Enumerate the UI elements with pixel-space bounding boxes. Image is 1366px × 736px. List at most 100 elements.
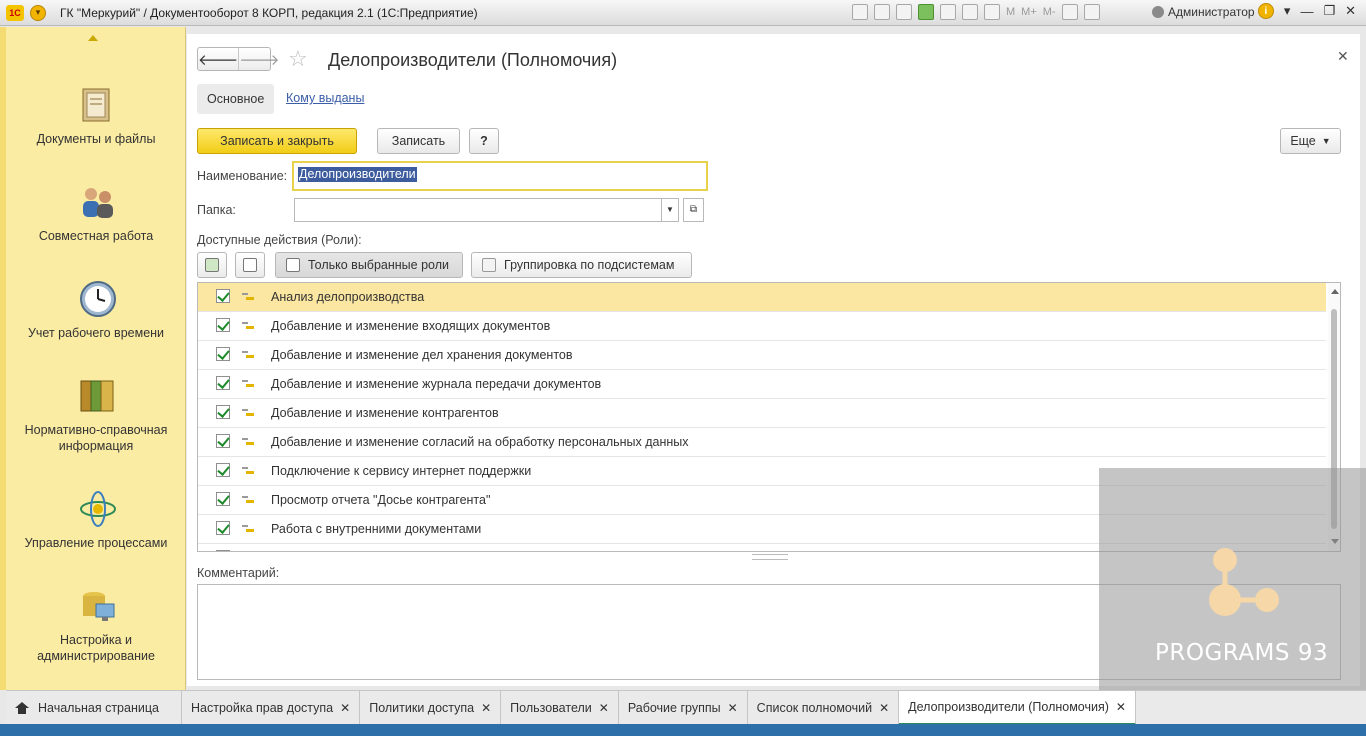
back-arrow-icon[interactable]: 🡐 — [198, 48, 238, 70]
tab-work-groups[interactable]: Рабочие группы ✕ — [619, 691, 748, 725]
role-checkbox[interactable] — [216, 434, 230, 448]
documents-icon — [78, 85, 114, 125]
home-icon — [15, 702, 29, 714]
tab-clerks-authority[interactable]: Делопроизводители (Полномочия) ✕ — [899, 691, 1136, 725]
clock-icon — [78, 279, 116, 319]
spreadsheet-icon[interactable] — [962, 4, 978, 20]
tab-authority-list[interactable]: Список полномочий ✕ — [748, 691, 900, 725]
list-item[interactable]: Добавление и изменение журнала передачи … — [198, 370, 1326, 399]
group-by-subsystems-toggle[interactable]: Группировка по подсистемам — [471, 252, 692, 278]
group-by-label: Группировка по подсистемам — [504, 258, 675, 272]
favorite-star-icon[interactable]: ☆ — [288, 47, 308, 71]
tab-main[interactable]: Основное — [197, 84, 275, 114]
watermark-logo-icon — [1209, 548, 1279, 616]
close-tab-icon[interactable]: ✕ — [1116, 700, 1126, 714]
section-time-tracking[interactable]: Учет рабочего времени — [6, 279, 186, 341]
more-button[interactable]: Еще ▼ — [1280, 128, 1341, 154]
role-checkbox[interactable] — [216, 347, 230, 361]
list-item[interactable]: Анализ делопроизводства — [198, 283, 1326, 312]
folder-field[interactable] — [294, 198, 662, 222]
os-taskbar — [0, 724, 1366, 736]
tab-access-policies[interactable]: Политики доступа ✕ — [360, 691, 502, 725]
splitter-handle[interactable] — [752, 554, 788, 560]
filter-icon — [286, 258, 300, 272]
mail-icon[interactable] — [940, 4, 956, 20]
list-item[interactable]: Добавление и изменение дел хранения доку… — [198, 341, 1326, 370]
info-icon[interactable]: i — [1257, 3, 1274, 19]
tab-label: Начальная страница — [38, 701, 159, 715]
section-administration[interactable]: Настройка и администрирование — [6, 586, 186, 664]
calendar-icon[interactable] — [984, 4, 1000, 20]
save-icon[interactable] — [852, 4, 868, 20]
section-collaboration[interactable]: Совместная работа — [6, 182, 186, 244]
preview-icon[interactable] — [896, 4, 912, 20]
forward-arrow-icon[interactable]: 🡒 — [238, 48, 279, 70]
user-menu[interactable]: Администратор — [1152, 5, 1255, 19]
print-icon[interactable] — [874, 4, 890, 20]
help-button[interactable]: ? — [469, 128, 499, 154]
section-documents[interactable]: Документы и файлы — [6, 85, 186, 147]
maximize-icon[interactable]: ❐ — [1323, 3, 1335, 19]
role-checkbox[interactable] — [216, 521, 230, 535]
check-all-button[interactable] — [197, 252, 227, 278]
role-name: Анализ делопроизводства — [271, 290, 425, 304]
role-name: Подключение к сервису интернет поддержки — [271, 464, 532, 478]
section-processes[interactable]: Управление процессами — [6, 489, 186, 551]
attach-icon[interactable] — [918, 4, 934, 20]
role-checkbox[interactable] — [216, 289, 230, 303]
close-window-icon[interactable]: ✕ — [1345, 3, 1356, 19]
role-checkbox[interactable] — [216, 463, 230, 477]
tab-users[interactable]: Пользователи ✕ — [501, 691, 619, 725]
name-field[interactable]: Делопроизводители — [292, 161, 708, 191]
section-label: Совместная работа — [38, 229, 154, 243]
close-tab-icon[interactable]: ✕ — [728, 701, 738, 715]
open-folder-icon[interactable]: ⧉ — [683, 198, 704, 222]
save-and-close-button[interactable]: Записать и закрыть — [197, 128, 357, 154]
role-checkbox[interactable] — [216, 405, 230, 419]
tab-label: Список полномочий — [756, 701, 873, 715]
close-tab-icon[interactable]: ✕ — [879, 701, 889, 715]
list-item[interactable]: Добавление и изменение входящих документ… — [198, 312, 1326, 341]
tab-label: Рабочие группы — [627, 701, 721, 715]
main-menu-icon[interactable]: ▾ — [30, 4, 46, 21]
tab-home[interactable]: Начальная страница — [6, 691, 182, 725]
tab-access-settings[interactable]: Настройка прав доступа ✕ — [182, 691, 361, 725]
close-tab-icon[interactable]: ✕ — [599, 701, 609, 715]
uncheck-all-icon — [243, 258, 257, 272]
tab-issued-to[interactable]: Кому выданы — [286, 91, 364, 105]
minimize-icon[interactable]: — — [1300, 4, 1313, 19]
folder-dropdown-icon[interactable]: ▼ — [661, 198, 679, 222]
tab-label: Настройка прав доступа — [191, 701, 334, 715]
role-checkbox[interactable] — [216, 318, 230, 332]
list-item[interactable]: Добавление и изменение согласий на обраб… — [198, 428, 1326, 457]
close-form-icon[interactable]: ✕ — [1337, 48, 1349, 65]
only-selected-roles-toggle[interactable]: Только выбранные роли — [275, 252, 463, 278]
memory-plus-button[interactable]: M+ — [1021, 6, 1037, 18]
close-tab-icon[interactable]: ✕ — [481, 701, 491, 715]
zoom-icon[interactable] — [1061, 4, 1078, 20]
save-button[interactable]: Записать — [377, 128, 460, 154]
scroll-up-icon[interactable] — [1331, 289, 1339, 294]
memory-button[interactable]: M — [1006, 6, 1015, 18]
panels-icon[interactable] — [1083, 4, 1100, 20]
close-tab-icon[interactable]: ✕ — [340, 701, 350, 715]
uncheck-all-button[interactable] — [235, 252, 265, 278]
role-checkbox[interactable] — [216, 376, 230, 390]
memory-minus-button[interactable]: M- — [1043, 6, 1056, 18]
role-icon — [242, 438, 254, 446]
info-dropdown-icon[interactable]: ▾ — [1284, 3, 1291, 19]
role-icon — [242, 525, 254, 533]
role-name: Добавление и изменение дел хранения доку… — [271, 348, 573, 362]
role-name: Работа с внутренними документами — [271, 522, 482, 536]
check-all-icon — [205, 258, 219, 272]
list-item[interactable]: Добавление и изменение контрагентов — [198, 399, 1326, 428]
user-name: Администратор — [1168, 5, 1255, 19]
section-reference-info[interactable]: Нормативно-справочная информация — [6, 376, 186, 454]
role-checkbox[interactable] — [216, 492, 230, 506]
name-label: Наименование: — [197, 169, 288, 183]
people-icon — [78, 182, 114, 222]
scroll-up-arrow-icon[interactable] — [88, 35, 98, 41]
section-label: Учет рабочего времени — [27, 326, 165, 340]
role-checkbox[interactable] — [216, 550, 230, 551]
chevron-down-icon: ▼ — [1321, 136, 1331, 146]
